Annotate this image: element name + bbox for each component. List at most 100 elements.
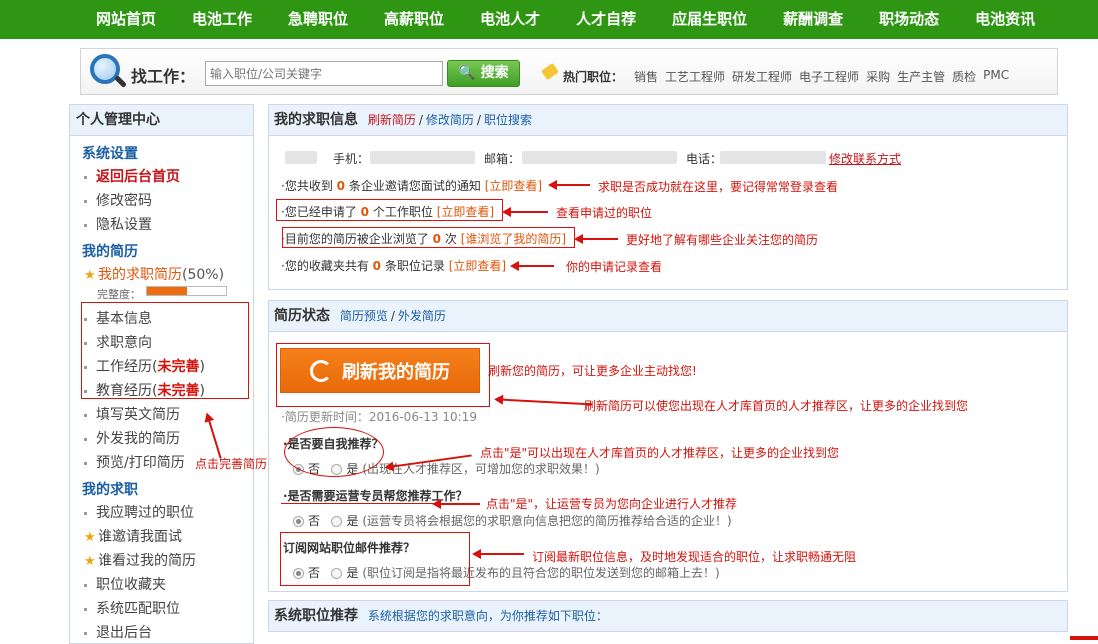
annotation-note: 查看申请过的职位 xyxy=(556,206,653,220)
job-recommend-panel: 系统职位推荐 系统根据您的求职意向，为你推荐如下职位： xyxy=(268,600,1068,632)
incomplete-sections-highlight xyxy=(81,302,249,399)
search-bar: 找工作： 🔍 搜索 热门职位： 销售 工艺工程师 研发工程师 电子工程师 采购 … xyxy=(80,48,1058,95)
annotation-note: 求职是否成功就在这里，要记得常常登录查看 xyxy=(598,180,839,194)
arrow-icon xyxy=(574,234,618,244)
hot-job-link[interactable]: 电子工程师 xyxy=(799,68,859,85)
sidebar-item-applied[interactable]: 我应聘过的职位 xyxy=(84,502,194,522)
progress-fill xyxy=(147,287,187,295)
hot-job-link[interactable]: 研发工程师 xyxy=(732,68,792,85)
annotation-note: 你的申请记录查看 xyxy=(566,260,663,274)
staff-recommend-no-radio[interactable] xyxy=(293,516,304,527)
job-recommend-title: 系统职位推荐 xyxy=(274,608,358,624)
search-button[interactable]: 🔍 搜索 xyxy=(447,60,520,87)
tel-label: 电话： xyxy=(686,152,723,166)
send-resume-link[interactable]: 外发简历 xyxy=(398,309,446,323)
self-recommend-circle xyxy=(284,427,384,477)
hot-job-link[interactable]: PMC xyxy=(983,68,1009,85)
nav-high-salary[interactable]: 高薪职位 xyxy=(366,0,462,39)
find-job-label: 找工作： xyxy=(131,67,196,86)
sidebar-title: 个人管理中心 xyxy=(70,105,253,136)
annotation-note: 点击"是"，让运营专员为您向企业进行人才推荐 xyxy=(486,497,738,511)
job-recommend-header: 系统职位推荐 系统根据您的求职意向，为你推荐如下职位： xyxy=(269,601,1067,631)
sidebar-item-match[interactable]: 系统匹配职位 xyxy=(84,598,180,618)
star-icon: ★ xyxy=(84,554,96,569)
job-info-title: 我的求职信息 xyxy=(274,112,358,128)
sidebar-item-send[interactable]: 外发我的简历 xyxy=(84,428,180,448)
sidebar-item-english[interactable]: 填写英文简历 xyxy=(84,404,180,424)
corner-marker xyxy=(1070,636,1098,640)
job-recommend-desc: 系统根据您的求职意向，为你推荐如下职位： xyxy=(367,609,608,623)
hot-jobs-list: 销售 工艺工程师 研发工程师 电子工程师 采购 生产主管 质检 PMC xyxy=(634,68,1009,85)
tag-icon xyxy=(541,62,559,81)
view-invites-link[interactable]: [立即查看] xyxy=(485,179,542,193)
hot-job-link[interactable]: 采购 xyxy=(866,68,890,85)
nav-home[interactable]: 网站首页 xyxy=(78,0,174,39)
nav-graduate-jobs[interactable]: 应届生职位 xyxy=(654,0,765,39)
resume-status-header: 简历状态 简历预览 / 外发简历 xyxy=(269,301,1067,332)
sidebar-item-home[interactable]: 返回后台首页 xyxy=(84,166,180,186)
nav-battery-jobs[interactable]: 电池工作 xyxy=(174,0,270,39)
hot-job-link[interactable]: 质检 xyxy=(952,68,976,85)
annotation-note: 刷新您的简历，可让更多企业主动找您! xyxy=(488,364,697,378)
sidebar-item-favorites[interactable]: 职位收藏夹 xyxy=(84,574,166,594)
redacted-tel xyxy=(720,151,826,164)
arrow-icon xyxy=(548,180,590,190)
modify-contact-link[interactable]: 修改联系方式 xyxy=(829,150,901,167)
nav-battery-talent[interactable]: 电池人才 xyxy=(462,0,558,39)
arrow-icon xyxy=(472,549,524,559)
sidebar-item-preview[interactable]: 预览/打印简历 xyxy=(84,452,185,472)
sidebar-item-password[interactable]: 修改密码 xyxy=(84,190,152,210)
hot-job-link[interactable]: 销售 xyxy=(634,68,658,85)
edit-resume-link[interactable]: 修改简历 xyxy=(426,113,474,127)
resume-progress-bar xyxy=(146,286,227,296)
redacted-phone xyxy=(370,151,475,164)
view-favorites-link[interactable]: [立即查看] xyxy=(449,259,506,273)
phone-label: 手机： xyxy=(333,152,370,166)
section-system-settings: 系统设置 xyxy=(82,146,138,162)
staff-recommend-yes-radio[interactable] xyxy=(331,516,343,527)
sidebar-item-logout[interactable]: 退出后台 xyxy=(84,622,152,642)
resume-updated-time: ·简历更新时间：2016-06-13 10:19 xyxy=(281,410,477,424)
top-nav: 网站首页 电池工作 急聘职位 高薪职位 电池人才 人才自荐 应届生职位 薪酬调查… xyxy=(0,0,1098,39)
nav-self-recommend[interactable]: 人才自荐 xyxy=(558,0,654,39)
email-label: 邮箱： xyxy=(484,152,521,166)
arrow-icon xyxy=(510,261,554,271)
nav-workplace[interactable]: 职场动态 xyxy=(861,0,957,39)
favorites-count-line: ·您的收藏夹共有 0 条职位记录 [立即查看] xyxy=(281,259,507,273)
hot-job-link[interactable]: 工艺工程师 xyxy=(665,68,725,85)
annotation-note: 点击完善简历 xyxy=(195,457,268,471)
nav-urgent-jobs[interactable]: 急聘职位 xyxy=(270,0,366,39)
annotation-note: 更好地了解有哪些企业关注您的简历 xyxy=(626,233,819,247)
interview-notice-line: ·您共收到 0 条企业邀请您面试的通知 [立即查看] xyxy=(281,179,543,193)
refresh-button-highlight xyxy=(276,343,490,407)
star-icon: ★ xyxy=(84,530,96,545)
hot-job-link[interactable]: 生产主管 xyxy=(897,68,945,85)
staff-recommend-options: 否 是 (运营专员将会根据您的求职意向信息把您的简历推荐给合适的企业！) xyxy=(293,512,732,529)
refresh-resume-link[interactable]: 刷新简历 xyxy=(368,113,416,127)
search-input[interactable] xyxy=(205,61,443,86)
annotation-note: 刷新简历可以使您出现在人才库首页的人才推荐区，让更多的企业找到您 xyxy=(584,399,969,413)
nav-salary-survey[interactable]: 薪酬调查 xyxy=(765,0,861,39)
sidebar-item-viewed[interactable]: ★ 谁看过我的简历 xyxy=(84,550,196,570)
section-my-resume: 我的简历 xyxy=(82,244,138,260)
nav-battery-news[interactable]: 电池资讯 xyxy=(957,0,1053,39)
sidebar-item-privacy[interactable]: 隐私设置 xyxy=(84,214,152,234)
section-my-jobs: 我的求职 xyxy=(82,482,138,498)
resume-preview-link[interactable]: 简历预览 xyxy=(340,309,388,323)
email-subscribe-highlight xyxy=(280,532,470,586)
hot-jobs-label: 热门职位： xyxy=(563,70,624,84)
redacted-name xyxy=(285,151,317,164)
magnifier-icon xyxy=(87,52,127,92)
star-icon: ★ xyxy=(84,268,96,283)
arrow-icon xyxy=(502,207,548,217)
progress-label: 完整度： xyxy=(97,288,141,301)
sidebar-item-invited[interactable]: ★ 谁邀请我面试 xyxy=(84,526,182,546)
sidebar-item-resume[interactable]: ★ 我的求职简历(50%) xyxy=(84,264,224,284)
search-button-label: 搜索 xyxy=(480,65,509,81)
arrow-icon xyxy=(432,499,480,509)
job-info-header: 我的求职信息 刷新简历 / 修改简历 / 职位搜索 xyxy=(269,105,1067,136)
job-search-link[interactable]: 职位搜索 xyxy=(484,113,532,127)
annotation-note: 点击"是"可以出现在人才库首页的人才推荐区，让更多的企业找到您 xyxy=(480,446,840,460)
viewed-line-highlight xyxy=(282,227,575,248)
resume-status-title: 简历状态 xyxy=(274,308,330,324)
